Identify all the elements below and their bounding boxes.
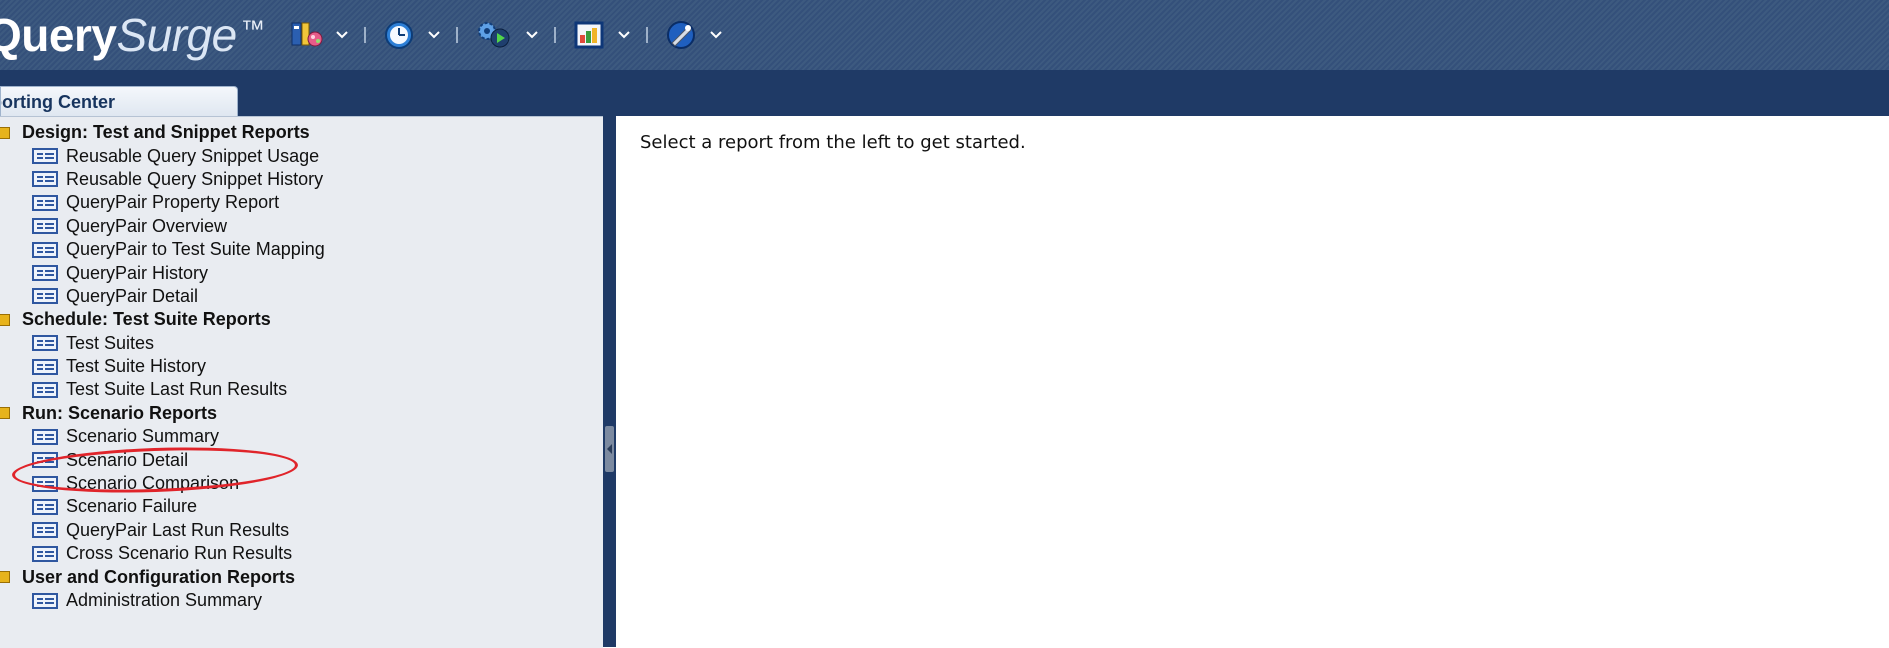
tree-report-label: Cross Scenario Run Results <box>66 543 293 564</box>
tree-report-label: QueryPair Property Report <box>66 192 280 213</box>
main-toolbar <box>286 19 728 51</box>
tree-report-item[interactable]: Scenario Failure <box>0 495 325 518</box>
report-icon <box>32 194 58 211</box>
tab-strip: porting Center <box>0 70 1889 116</box>
tree-report-item[interactable]: Reusable Query Snippet History <box>0 168 325 191</box>
tree-report-label: Test Suite History <box>66 356 207 377</box>
tree-report-item[interactable]: QueryPair Overview <box>0 215 325 238</box>
tree-report-item[interactable]: Cross Scenario Run Results <box>0 542 325 565</box>
logo-tm-text: ™ <box>240 16 265 43</box>
tree-report-label: Reusable Query Snippet Usage <box>66 145 320 166</box>
schedule-clock-icon <box>382 19 416 51</box>
chevron-down-icon <box>708 26 724 44</box>
report-content-area: Select a report from the left to get sta… <box>616 116 1889 647</box>
tree-report-item[interactable]: Test Suite Last Run Results <box>0 378 325 401</box>
tree-report-item[interactable]: Test Suites <box>0 332 325 355</box>
toolbar-run-menu[interactable] <box>470 19 544 51</box>
querysurge-logo: Query Surge ™ <box>0 8 265 62</box>
report-icon <box>32 265 58 282</box>
tree-report-item[interactable]: Test Suite History <box>0 355 325 378</box>
report-tree-panel: Design: Test and Snippet Reports Reusable… <box>0 116 603 648</box>
chevron-down-icon <box>524 26 540 44</box>
toolbar-separator <box>364 27 367 43</box>
tree-category-label: Run: Scenario Reports <box>22 402 218 423</box>
tree-category-label: Design: Test and Snippet Reports <box>22 122 310 143</box>
report-icon <box>32 545 58 562</box>
tree-report-label: QueryPair History <box>66 262 209 283</box>
tree-report-item[interactable]: QueryPair History <box>0 261 325 284</box>
empty-state-message: Select a report from the left to get sta… <box>640 132 1026 153</box>
reports-chart-icon <box>572 19 606 51</box>
folder-icon <box>0 126 10 139</box>
toolbar-separator <box>456 27 459 43</box>
folder-icon <box>0 571 10 584</box>
tree-report-label: QueryPair Last Run Results <box>66 519 290 540</box>
chevron-down-icon <box>616 26 632 44</box>
report-icon <box>32 358 58 375</box>
run-gears-icon <box>474 19 514 51</box>
tree-category-label: User and Configuration Reports <box>22 566 296 587</box>
report-icon <box>32 148 58 165</box>
app-header: Query Surge ™ <box>0 0 1889 70</box>
logo-surge-text: Surge <box>116 9 237 61</box>
tree-report-item[interactable]: Reusable Query Snippet Usage <box>0 144 325 167</box>
report-icon <box>32 218 58 235</box>
tree-report-item[interactable]: Scenario Summary <box>0 425 325 448</box>
design-library-icon <box>290 19 324 51</box>
tab-reporting-center[interactable]: porting Center <box>0 86 238 116</box>
chevron-down-icon <box>334 26 350 44</box>
tree-category[interactable]: Run: Scenario Reports <box>0 402 325 425</box>
tree-report-label: Reusable Query Snippet History <box>66 168 324 189</box>
logo-query-text: Query <box>0 9 117 61</box>
tab-label: porting Center <box>0 92 115 112</box>
toolbar-reports-menu[interactable] <box>568 19 636 51</box>
report-icon <box>32 592 58 609</box>
tree-report-label: QueryPair to Test Suite Mapping <box>66 239 325 260</box>
panel-splitter[interactable] <box>603 116 616 647</box>
tree-report-item[interactable]: QueryPair Property Report <box>0 191 325 214</box>
tree-report-label: QueryPair Detail <box>66 285 199 306</box>
tree-category[interactable]: Schedule: Test Suite Reports <box>0 308 325 331</box>
tree-category-label: Schedule: Test Suite Reports <box>22 309 271 330</box>
toolbar-schedule-menu[interactable] <box>378 19 446 51</box>
tree-report-label: Test Suite Last Run Results <box>66 379 288 400</box>
report-icon <box>32 428 58 445</box>
toolbar-admin-menu[interactable] <box>660 19 728 51</box>
report-icon <box>32 171 58 188</box>
report-icon <box>32 498 58 515</box>
report-icon <box>32 381 58 398</box>
tree-report-label: Scenario Failure <box>66 496 198 517</box>
tree-report-item[interactable]: QueryPair Detail <box>0 285 325 308</box>
report-tree: Design: Test and Snippet Reports Reusable… <box>0 121 325 612</box>
tree-report-label: Scenario Summary <box>66 426 220 447</box>
report-icon <box>32 241 58 258</box>
report-icon <box>32 522 58 539</box>
tree-report-item[interactable]: Administration Summary <box>0 589 325 612</box>
toolbar-separator <box>554 27 557 43</box>
chevron-down-icon <box>426 26 442 44</box>
folder-icon <box>0 407 10 420</box>
tree-report-item[interactable]: QueryPair Last Run Results <box>0 519 325 542</box>
tree-category[interactable]: User and Configuration Reports <box>0 565 325 588</box>
tree-report-label: Administration Summary <box>66 590 263 610</box>
toolbar-design-menu[interactable] <box>286 19 354 51</box>
toolbar-separator <box>646 27 649 43</box>
report-icon <box>32 335 58 352</box>
tree-report-label: QueryPair Overview <box>66 215 228 236</box>
tree-report-item[interactable]: QueryPair to Test Suite Mapping <box>0 238 325 261</box>
tree-category[interactable]: Design: Test and Snippet Reports <box>0 121 325 144</box>
tree-report-label: Test Suites <box>66 332 155 353</box>
collapse-left-arrow-icon[interactable] <box>605 426 614 472</box>
admin-tools-icon <box>664 19 698 51</box>
folder-icon <box>0 313 10 326</box>
report-icon <box>32 288 58 305</box>
